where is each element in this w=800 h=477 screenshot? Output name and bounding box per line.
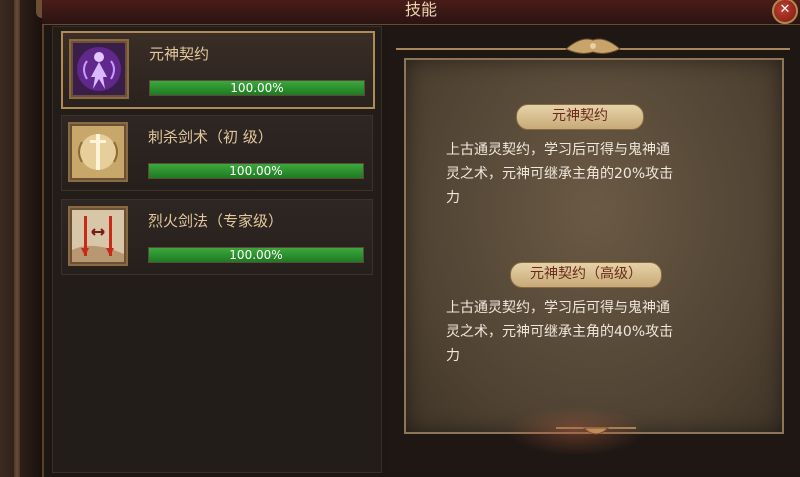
section-description: 上古通灵契约，学习后可得与鬼神通 灵之术，元神可继承主角的40%攻击 力 xyxy=(446,296,746,368)
ember-glow xyxy=(506,406,646,456)
skill-detail-panel: 元神契约 上古通灵契约，学习后可得与鬼神通 灵之术，元神可继承主角的20%攻击 … xyxy=(386,26,800,471)
description-line: 灵之术，元神可继承主角的40%攻击 xyxy=(446,324,674,340)
description-line: 力 xyxy=(446,348,460,364)
skill-list: 元神契约 100.00% 刺杀剑术（初 级） 100.00% 烈火剑法（专家级）… xyxy=(52,26,382,473)
skill-item-yuanshen[interactable]: 元神契约 100.00% xyxy=(61,31,375,109)
flame-sword-icon xyxy=(68,206,128,266)
skill-name: 烈火剑法（专家级） xyxy=(148,212,284,230)
section-description: 上古通灵契约，学习后可得与鬼神通 灵之术，元神可继承主角的20%攻击 力 xyxy=(446,138,746,210)
progress-label: 100.00% xyxy=(229,248,283,262)
description-line: 灵之术，元神可继承主角的20%攻击 xyxy=(446,166,674,182)
sword-slash-icon xyxy=(68,122,128,182)
skill-item-liehuo[interactable]: 烈火剑法（专家级） 100.00% xyxy=(61,199,373,275)
description-line: 上古通灵契约，学习后可得与鬼神通 xyxy=(446,300,670,316)
section-title: 元神契约 xyxy=(516,104,644,130)
title-bar: 技能 ✕ xyxy=(42,0,800,25)
progress-label: 100.00% xyxy=(229,164,283,178)
section-title: 元神契约（高级） xyxy=(510,262,662,288)
skill-progress-bar: 100.00% xyxy=(149,80,365,96)
window-title: 技能 xyxy=(404,0,437,19)
close-icon: ✕ xyxy=(779,2,791,17)
description-line: 上古通灵契约，学习后可得与鬼神通 xyxy=(446,142,670,158)
progress-label: 100.00% xyxy=(230,81,284,95)
skill-progress-bar: 100.00% xyxy=(148,163,364,179)
top-ornament xyxy=(396,38,790,54)
skill-name: 刺杀剑术（初 级） xyxy=(148,128,273,146)
skill-name: 元神契约 xyxy=(149,45,210,63)
spirit-figure-icon xyxy=(69,39,129,99)
left-frame-rail xyxy=(0,0,50,477)
skill-progress-bar: 100.00% xyxy=(148,247,364,263)
description-parchment: 元神契约 上古通灵契约，学习后可得与鬼神通 灵之术，元神可继承主角的20%攻击 … xyxy=(404,58,784,434)
skill-item-cisha[interactable]: 刺杀剑术（初 级） 100.00% xyxy=(61,115,373,191)
description-line: 力 xyxy=(446,190,460,206)
